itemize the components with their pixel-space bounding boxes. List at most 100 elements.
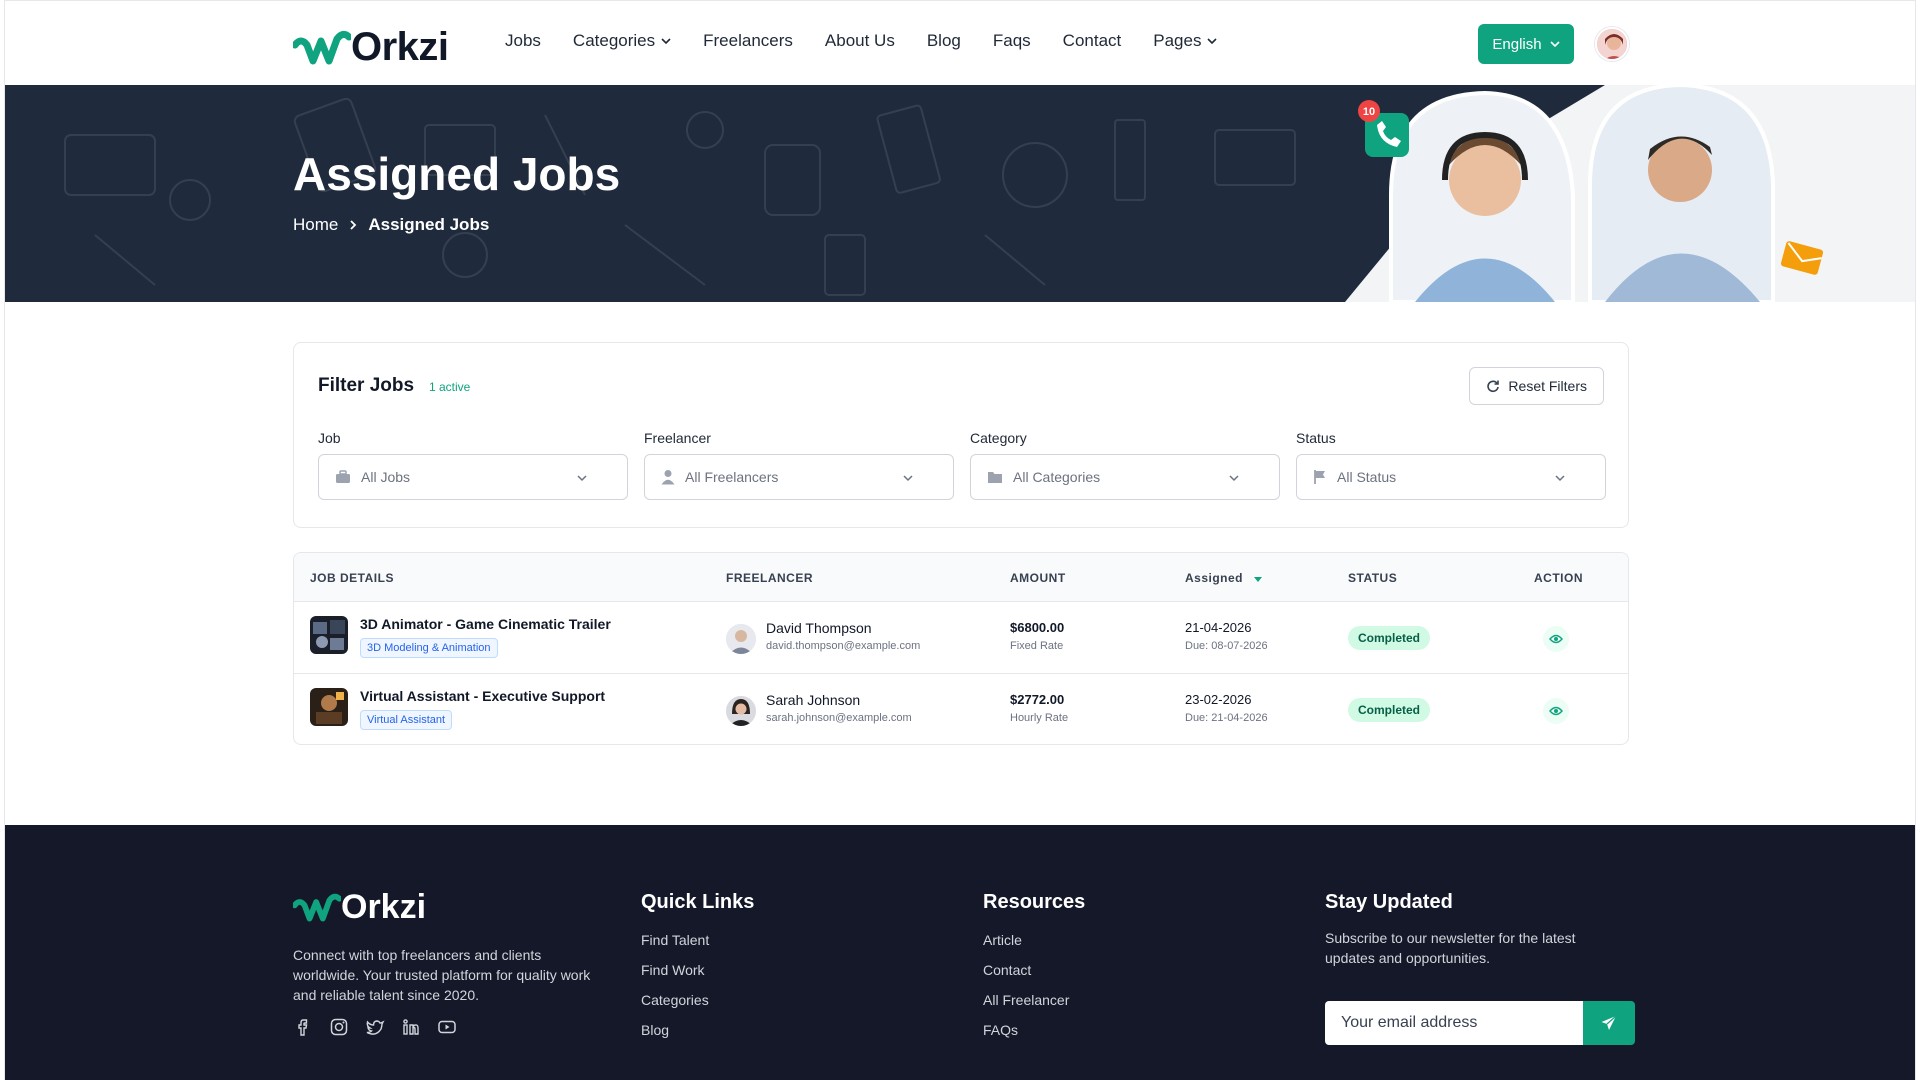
breadcrumb-home[interactable]: Home bbox=[293, 215, 338, 235]
nav-item-label: Pages bbox=[1153, 31, 1202, 50]
newsletter-title: Stay Updated bbox=[1325, 891, 1453, 913]
youtube-icon[interactable] bbox=[437, 1017, 457, 1037]
assigned-date: 21-04-2026 bbox=[1185, 620, 1252, 635]
resources-column: Resources Article Contact All Freelancer… bbox=[983, 891, 1085, 1052]
job-amount: $6800.00 bbox=[1010, 620, 1065, 635]
page-title: Assigned Jobs bbox=[293, 148, 621, 200]
chevron-down-icon bbox=[903, 475, 913, 482]
avatar-image bbox=[1597, 29, 1627, 59]
nav-item-label: Categories bbox=[572, 31, 656, 50]
hero-people-image: 10 bbox=[1345, 85, 1915, 302]
site-footer: Orkzi Connect with top freelancers and c… bbox=[5, 825, 1915, 1080]
job-select-value: All Jobs bbox=[361, 469, 411, 485]
nav-item-blog[interactable]: Blog bbox=[927, 31, 961, 51]
user-avatar[interactable] bbox=[1595, 27, 1629, 61]
column-header-status: STATUS bbox=[1348, 571, 1398, 585]
logo-text: Orkzi bbox=[351, 25, 449, 69]
chevron-down-icon bbox=[661, 38, 671, 45]
footer-link-blog[interactable]: Blog bbox=[641, 1022, 754, 1038]
instagram-icon[interactable] bbox=[329, 1017, 349, 1037]
facebook-icon[interactable] bbox=[293, 1017, 313, 1037]
column-header-amount: AMOUNT bbox=[1010, 571, 1066, 585]
active-filter-count: 1 active bbox=[429, 380, 471, 394]
folder-icon bbox=[988, 472, 1002, 483]
freelancer-avatar bbox=[726, 624, 756, 654]
status-filter: Status All Status bbox=[1296, 430, 1606, 500]
job-category-tag: Virtual Assistant bbox=[360, 710, 453, 730]
chevron-down-icon bbox=[1550, 41, 1560, 48]
freelancer-avatar-image bbox=[726, 624, 756, 654]
linkedin-icon[interactable] bbox=[401, 1017, 421, 1037]
footer-logo[interactable]: Orkzi bbox=[293, 890, 426, 924]
footer-link-categories[interactable]: Categories bbox=[641, 992, 754, 1008]
chevron-down-icon bbox=[577, 475, 587, 482]
table-header: JOB DETAILS FREELANCER AMOUNT Assigned S… bbox=[294, 553, 1628, 602]
nav-item-label: Jobs bbox=[505, 31, 541, 50]
status-filter-label: Status bbox=[1296, 430, 1336, 446]
nav-item-label: Contact bbox=[1062, 31, 1122, 50]
nav-item-freelancers[interactable]: Freelancers bbox=[703, 31, 793, 51]
chevron-down-icon bbox=[1229, 475, 1239, 482]
footer-link-find-work[interactable]: Find Work bbox=[641, 962, 754, 978]
reset-filters-button[interactable]: Reset Filters bbox=[1469, 367, 1604, 405]
assigned-date: 23-02-2026 bbox=[1185, 692, 1252, 707]
logo[interactable]: Orkzi bbox=[293, 21, 449, 67]
page-hero: Assigned Jobs Home Assigned Jobs 10 bbox=[5, 85, 1915, 302]
footer-link-article[interactable]: Article bbox=[983, 932, 1085, 948]
eye-icon bbox=[1549, 634, 1563, 644]
hero-illustration: 10 bbox=[1305, 85, 1915, 302]
nav-item-jobs[interactable]: Jobs bbox=[505, 31, 541, 51]
newsletter-email-input[interactable] bbox=[1325, 1001, 1583, 1045]
assigned-jobs-table: JOB DETAILS FREELANCER AMOUNT Assigned S… bbox=[293, 552, 1629, 745]
quick-links-column: Quick Links Find Talent Find Work Catego… bbox=[641, 891, 754, 1052]
nav-item-label: About Us bbox=[824, 31, 895, 50]
job-title[interactable]: Virtual Assistant - Executive Support bbox=[360, 688, 605, 704]
chevron-down-icon bbox=[1207, 38, 1218, 45]
nav-item-contact[interactable]: Contact bbox=[1063, 31, 1122, 51]
status-select[interactable]: All Status bbox=[1296, 454, 1606, 500]
language-selector[interactable]: English bbox=[1478, 24, 1574, 64]
due-date: Due: 08-07-2026 bbox=[1185, 640, 1268, 652]
nav-item-categories[interactable]: Categories bbox=[573, 31, 671, 51]
twitter-icon[interactable] bbox=[365, 1017, 385, 1037]
nav-item-faqs[interactable]: Faqs bbox=[993, 31, 1031, 51]
filter-panel: Filter Jobs 1 active Reset Filters Job A… bbox=[293, 342, 1629, 528]
eye-icon bbox=[1549, 706, 1563, 716]
column-header-assigned-label: Assigned bbox=[1185, 571, 1244, 585]
job-amount: $2772.00 bbox=[1010, 692, 1065, 707]
newsletter-column: Stay Updated Subscribe to our newsletter… bbox=[1325, 891, 1635, 1045]
newsletter-submit-button[interactable] bbox=[1583, 1001, 1635, 1045]
reset-filters-label: Reset Filters bbox=[1508, 378, 1587, 394]
job-thumbnail bbox=[310, 688, 348, 726]
view-button[interactable] bbox=[1543, 698, 1569, 724]
freelancer-email: sarah.johnson@example.com bbox=[766, 712, 912, 724]
column-header-assigned[interactable]: Assigned bbox=[1185, 571, 1263, 585]
due-date: Due: 21-04-2026 bbox=[1185, 712, 1268, 724]
logo-mark-icon bbox=[293, 893, 341, 922]
footer-link-faqs[interactable]: FAQs bbox=[983, 1022, 1085, 1038]
table-row: 3D Animator - Game Cinematic Trailer 3D … bbox=[294, 602, 1628, 674]
nav-item-about[interactable]: About Us bbox=[825, 31, 895, 51]
quick-links-title: Quick Links bbox=[641, 891, 755, 913]
job-title[interactable]: 3D Animator - Game Cinematic Trailer bbox=[360, 616, 611, 632]
freelancer-select[interactable]: All Freelancers bbox=[644, 454, 954, 500]
newsletter-form bbox=[1325, 1001, 1635, 1045]
chevron-down-icon bbox=[1555, 475, 1565, 482]
language-label: English bbox=[1492, 35, 1542, 53]
job-select[interactable]: All Jobs bbox=[318, 454, 628, 500]
footer-link-find-talent[interactable]: Find Talent bbox=[641, 932, 754, 948]
category-select[interactable]: All Categories bbox=[970, 454, 1280, 500]
nav-item-label: Blog bbox=[926, 31, 961, 50]
rate-type: Fixed Rate bbox=[1010, 640, 1064, 652]
filter-title: Filter Jobs bbox=[318, 375, 415, 396]
sort-desc-icon bbox=[1253, 577, 1262, 582]
flag-icon bbox=[1314, 470, 1325, 484]
status-select-value: All Status bbox=[1337, 469, 1397, 485]
footer-link-contact[interactable]: Contact bbox=[983, 962, 1085, 978]
notification-count: 10 bbox=[1363, 106, 1375, 118]
rate-type: Hourly Rate bbox=[1010, 712, 1069, 724]
nav-item-pages[interactable]: Pages bbox=[1153, 31, 1218, 51]
footer-link-all-freelancer[interactable]: All Freelancer bbox=[983, 992, 1085, 1008]
view-button[interactable] bbox=[1543, 626, 1569, 652]
page-frame: Orkzi Jobs Categories Freelancers About … bbox=[4, 0, 1916, 1080]
